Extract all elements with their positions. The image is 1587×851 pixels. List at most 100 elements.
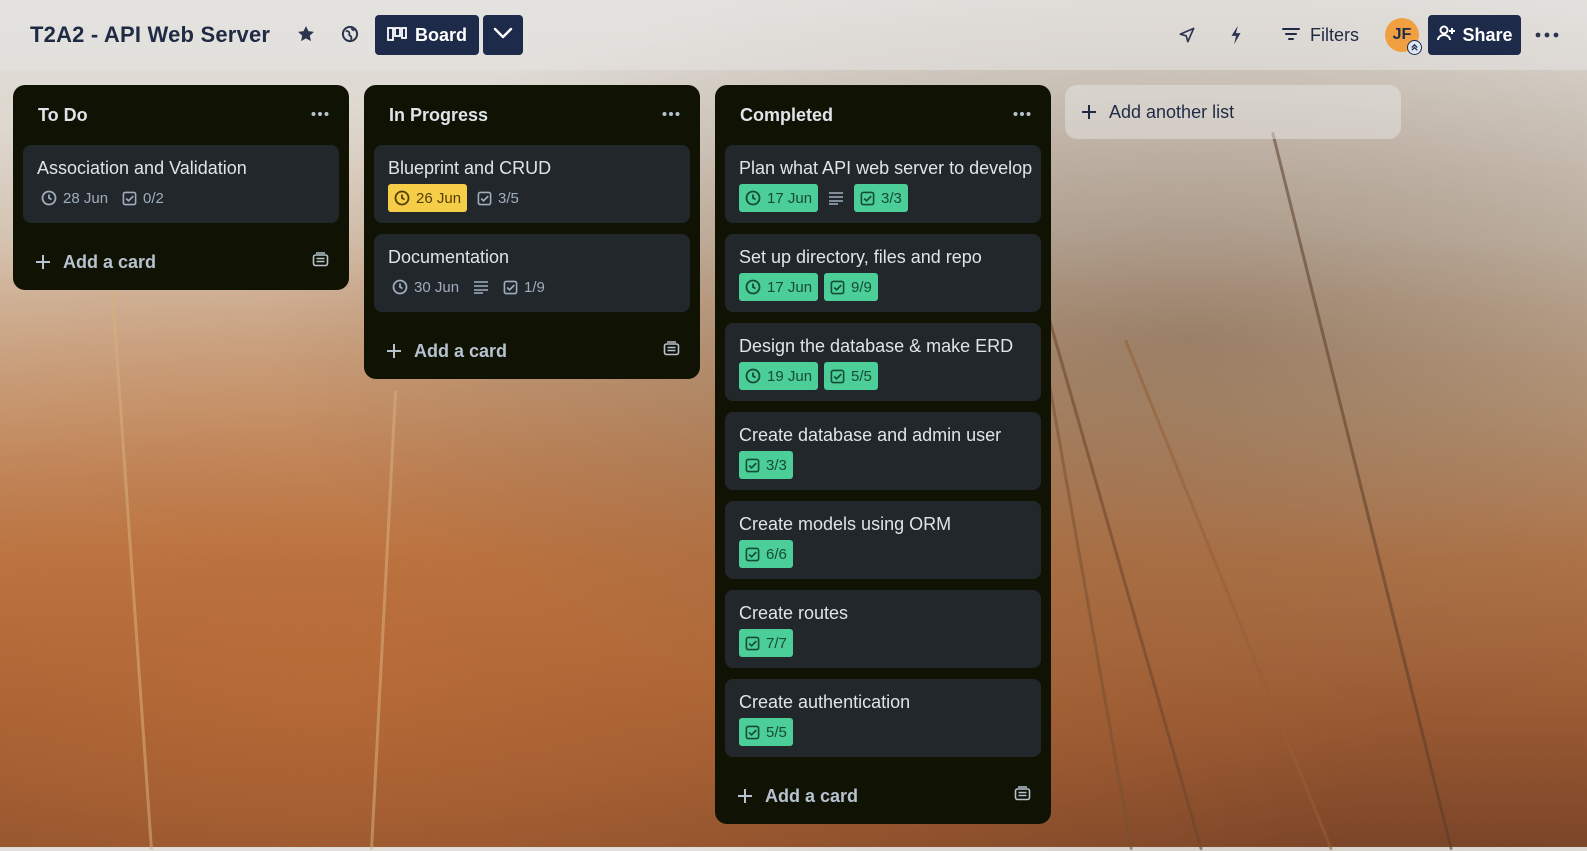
plus-icon: [738, 789, 752, 803]
plus-icon: [387, 344, 401, 358]
due-date-badge[interactable]: 30 Jun: [388, 273, 463, 301]
card-title: Blueprint and CRUD: [388, 158, 552, 178]
list-header: To Do: [13, 85, 349, 145]
clock-icon: [745, 368, 761, 384]
board-icon: [387, 25, 407, 46]
due-date-text: 28 Jun: [63, 189, 109, 207]
checklist-badge: 9/9: [824, 273, 878, 301]
board-header: T2A2 - API Web Server Board Filters JF S…: [0, 0, 1587, 70]
more-icon[interactable]: [1532, 22, 1562, 48]
checklist-text: 3/3: [881, 189, 902, 207]
globe-icon[interactable]: [338, 22, 362, 46]
description-icon: [829, 192, 844, 205]
add-card-label: Add a card: [63, 251, 157, 272]
card[interactable]: Create routes 7/7: [725, 590, 1041, 668]
clock-icon: [394, 190, 410, 206]
list-title[interactable]: To Do: [38, 105, 88, 126]
card[interactable]: Create models using ORM 6/6: [725, 501, 1041, 579]
checklist-text: 5/5: [766, 723, 787, 741]
checklist-icon: [745, 725, 760, 739]
add-card-row: Add a card: [715, 768, 1051, 824]
add-card-label: Add a card: [414, 340, 508, 361]
card[interactable]: Create database and admin user 3/3: [725, 412, 1041, 490]
list-to-do: To Do Association and Validation 28 Jun …: [13, 85, 349, 290]
description-icon: [474, 281, 489, 294]
due-date-text: 17 Jun: [767, 278, 813, 296]
chevron-down-icon: [493, 26, 513, 44]
add-card-button[interactable]: Add a card: [737, 786, 858, 807]
card[interactable]: Plan what API web server to develop 17 J…: [725, 145, 1041, 223]
checklist-text: 6/6: [766, 545, 787, 563]
add-user-icon: [1436, 24, 1456, 47]
share-label: Share: [1462, 24, 1513, 45]
card-title: Create models using ORM: [739, 514, 952, 534]
description-badge: [469, 273, 493, 301]
list-menu-icon[interactable]: [1013, 105, 1031, 125]
checklist-badge: 5/5: [739, 718, 793, 746]
due-date-badge[interactable]: 17 Jun: [739, 184, 819, 212]
checklist-text: 1/9: [524, 278, 545, 296]
list-header: In Progress: [364, 85, 700, 145]
clock-icon: [392, 279, 408, 295]
card[interactable]: Create authentication 5/5: [725, 679, 1041, 757]
description-badge: [824, 184, 848, 212]
template-icon[interactable]: [663, 341, 680, 361]
board-view-button[interactable]: Board: [375, 15, 479, 55]
clock-icon: [745, 279, 761, 295]
checklist-icon: [830, 280, 845, 294]
card-title: Design the database & make ERD: [739, 336, 1014, 356]
plus-icon: [1082, 105, 1096, 119]
checklist-icon: [122, 191, 137, 205]
card-title: Documentation: [388, 247, 510, 267]
view-switcher-button[interactable]: [483, 15, 523, 55]
checklist-text: 3/3: [766, 456, 787, 474]
checklist-icon: [477, 191, 492, 205]
checklist-text: 5/5: [851, 367, 872, 385]
bolt-icon[interactable]: [1224, 23, 1248, 47]
list-header: Completed: [715, 85, 1051, 145]
card[interactable]: Documentation 30 Jun 1/9: [374, 234, 690, 312]
checklist-icon: [860, 191, 875, 205]
checklist-badge: 1/9: [499, 273, 549, 301]
list-menu-icon[interactable]: [311, 105, 329, 125]
add-list-button[interactable]: Add another list: [1065, 85, 1401, 139]
card-title: Set up directory, files and repo: [739, 247, 982, 267]
filter-icon: [1282, 25, 1300, 46]
admin-badge-icon: [1407, 40, 1422, 55]
filters-button[interactable]: Filters: [1282, 22, 1359, 48]
board-title[interactable]: T2A2 - API Web Server: [30, 22, 270, 48]
checklist-icon: [745, 636, 760, 650]
list-title[interactable]: Completed: [740, 105, 833, 126]
template-icon[interactable]: [312, 252, 329, 272]
card-title: Create routes: [739, 603, 849, 623]
checklist-text: 3/5: [498, 189, 519, 207]
add-card-row: Add a card: [13, 234, 349, 290]
checklist-badge: 3/3: [739, 451, 793, 479]
share-button[interactable]: Share: [1428, 15, 1521, 55]
due-date-text: 19 Jun: [767, 367, 813, 385]
card[interactable]: Association and Validation 28 Jun 0/2: [23, 145, 339, 223]
add-card-button[interactable]: Add a card: [386, 341, 507, 362]
avatar[interactable]: JF: [1385, 18, 1422, 55]
checklist-badge: 6/6: [739, 540, 793, 568]
list-title[interactable]: In Progress: [389, 105, 488, 126]
card[interactable]: Design the database & make ERD 19 Jun 5/…: [725, 323, 1041, 401]
due-date-badge[interactable]: 26 Jun: [388, 184, 468, 212]
add-list-label: Add another list: [1109, 101, 1235, 122]
due-date-text: 26 Jun: [416, 189, 462, 207]
card[interactable]: Set up directory, files and repo 17 Jun …: [725, 234, 1041, 312]
add-card-button[interactable]: Add a card: [35, 252, 156, 273]
checklist-icon: [830, 369, 845, 383]
due-date-badge[interactable]: 19 Jun: [739, 362, 819, 390]
card[interactable]: Blueprint and CRUD 26 Jun 3/5: [374, 145, 690, 223]
clock-icon: [41, 190, 57, 206]
star-icon[interactable]: [294, 22, 318, 46]
due-date-badge[interactable]: 28 Jun: [37, 184, 112, 212]
add-card-row: Add a card: [364, 323, 700, 379]
template-icon[interactable]: [1014, 786, 1031, 806]
card-title: Create database and admin user: [739, 425, 1002, 445]
rocket-icon[interactable]: [1175, 23, 1199, 47]
list-menu-icon[interactable]: [662, 105, 680, 125]
filters-label: Filters: [1310, 24, 1359, 45]
due-date-badge[interactable]: 17 Jun: [739, 273, 819, 301]
